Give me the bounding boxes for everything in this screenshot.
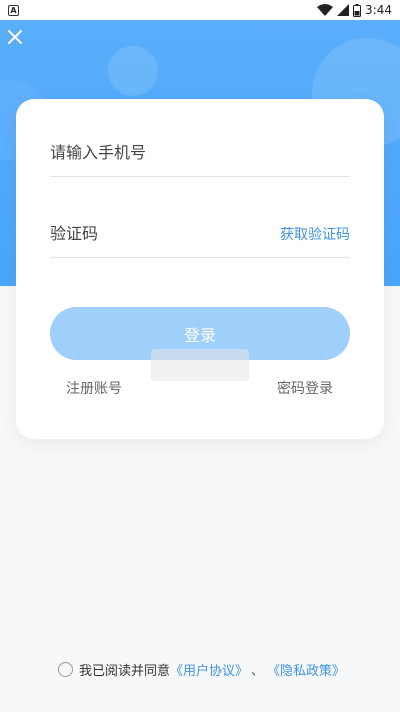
agreement-row: 我已阅读并同意 《用户协议》 、 《隐私政策》: [58, 660, 345, 679]
status-right: 3:44: [317, 3, 392, 17]
agreement-checkbox[interactable]: [58, 662, 73, 677]
agreement-separator: 、: [251, 664, 265, 679]
phone-field: [50, 129, 350, 177]
wifi-icon: [317, 4, 334, 16]
code-field: 获取验证码: [50, 210, 350, 258]
status-left: A: [8, 4, 19, 16]
get-code-button[interactable]: 获取验证码: [280, 224, 350, 244]
code-input[interactable]: [50, 224, 200, 243]
login-card: 获取验证码 登录 注册账号 密码登录: [16, 99, 384, 439]
privacy-policy-link[interactable]: 《隐私政策》: [267, 660, 345, 679]
user-agreement-link[interactable]: 《用户协议》: [170, 660, 248, 679]
battery-icon: [353, 3, 362, 17]
toast-overlay: [151, 349, 249, 381]
status-bar: A 3:44: [0, 0, 400, 20]
close-icon: [8, 30, 22, 44]
signal-icon: [337, 4, 350, 16]
agreement-prefix: 我已阅读并同意: [79, 664, 171, 679]
close-button[interactable]: [4, 26, 26, 48]
phone-input[interactable]: [50, 143, 250, 162]
decor-bubble: [108, 46, 158, 96]
status-time: 3:44: [365, 3, 392, 17]
password-login-link[interactable]: 密码登录: [277, 378, 333, 398]
notification-icon: A: [8, 4, 19, 16]
register-link[interactable]: 注册账号: [66, 378, 122, 398]
